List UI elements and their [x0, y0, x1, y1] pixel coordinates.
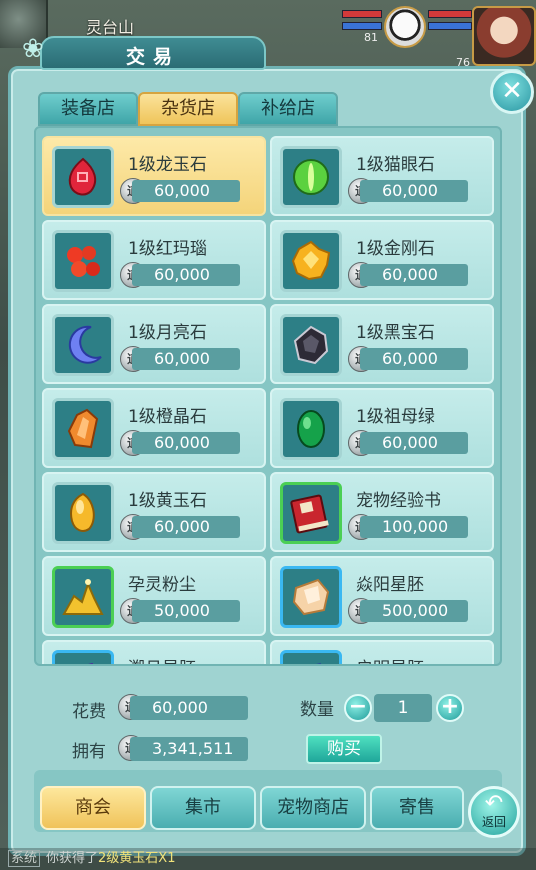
item-price: 60,000 — [132, 180, 240, 202]
shop-item[interactable]: 1级祖母绿 道 60,000 — [270, 388, 494, 468]
close-icon: ✕ — [501, 76, 523, 106]
item-name: 1级金刚石 — [356, 239, 435, 259]
yellow-jade-gem-icon — [52, 482, 114, 544]
shop-item[interactable]: 1级月亮石 道 60,000 — [42, 304, 266, 384]
item-name: 1级黄玉石 — [128, 491, 207, 511]
back-arrow-icon: ↶ — [484, 791, 504, 816]
red-agate-gem-icon — [52, 230, 114, 292]
item-price: 60,000 — [360, 432, 468, 454]
cost-value: 60,000 — [130, 696, 248, 720]
back-button[interactable]: ↶ 返回 — [468, 786, 520, 838]
item-price: 60,000 — [360, 180, 468, 202]
quantity-label: 数量 — [300, 700, 334, 720]
pet-hp-bar — [342, 10, 382, 18]
spirit-dust-icon — [52, 566, 114, 628]
chat-channel-tag: 系统 — [8, 850, 41, 867]
map-name: 灵台山 — [86, 18, 135, 37]
item-name: 启明星胚 — [356, 654, 424, 664]
item-grid[interactable]: 1级龙玉石 道 60,000 1级猫眼石 道 60,000 1级红玛瑙 道 60… — [34, 126, 502, 666]
item-name: 溯月星胚 — [128, 654, 196, 664]
tab-general-store[interactable]: 杂货店 — [138, 92, 238, 126]
item-name: 1级黑宝石 — [356, 323, 435, 343]
item-name: 1级橙晶石 — [128, 407, 207, 427]
item-price: 60,000 — [360, 264, 468, 286]
tab-consignment[interactable]: 寄售 — [370, 786, 464, 830]
item-price: 60,000 — [360, 348, 468, 370]
player-status-bars — [428, 10, 472, 34]
moonstone-gem-icon — [52, 314, 114, 376]
diamond-gem-icon — [280, 230, 342, 292]
pet-avatar[interactable] — [384, 6, 426, 48]
chat-item-link[interactable]: 2级黄玉石X1 — [98, 851, 175, 866]
pet-mp-bar — [342, 22, 382, 30]
shop-item[interactable]: 1级黄玉石 道 60,000 — [42, 472, 266, 552]
tab-supply-shop[interactable]: 补给店 — [238, 92, 338, 126]
item-price: 60,000 — [132, 516, 240, 538]
item-price: 100,000 — [360, 516, 468, 538]
item-price: 60,000 — [132, 432, 240, 454]
shop-item[interactable]: 1级龙玉石 道 60,000 — [42, 136, 266, 216]
item-name: 1级龙玉石 — [128, 155, 207, 175]
emerald-gem-icon — [280, 398, 342, 460]
player-hp-bar — [428, 10, 472, 18]
shop-item[interactable]: 1级红玛瑙 道 60,000 — [42, 220, 266, 300]
cat-eye-gem-icon — [280, 146, 342, 208]
shop-item[interactable]: 孕灵粉尘 道 50,000 — [42, 556, 266, 636]
red-jade-gem-icon — [52, 146, 114, 208]
item-price: 60,000 — [132, 348, 240, 370]
quantity-increase-button[interactable]: + — [436, 694, 464, 722]
item-name: 孕灵粉尘 — [128, 575, 196, 595]
dawn-star-embryo-icon — [280, 650, 342, 664]
orange-crystal-gem-icon — [52, 398, 114, 460]
shop-item[interactable]: 宠物经验书 道 100,000 — [270, 472, 494, 552]
shop-item[interactable]: 溯月星胚 — [42, 640, 266, 664]
item-name: 宠物经验书 — [356, 491, 441, 511]
player-mp-bar — [428, 22, 472, 30]
buy-button[interactable]: 购买 — [306, 734, 382, 764]
shop-item[interactable]: 启明星胚 — [270, 640, 494, 664]
cost-label: 花费 — [72, 702, 106, 722]
window-title-tab: ❀ 交易 — [22, 34, 266, 70]
tab-pet-shop[interactable]: 宠物商店 — [260, 786, 366, 830]
item-price: 60,000 — [132, 264, 240, 286]
lotus-icon: ❀ — [22, 34, 44, 64]
moon-star-embryo-icon — [52, 650, 114, 664]
sun-star-embryo-icon — [280, 566, 342, 628]
quantity-input[interactable]: 1 — [374, 694, 432, 722]
item-name: 焱阳星胚 — [356, 575, 424, 595]
pet-level: 81 — [364, 31, 378, 44]
item-name: 1级月亮石 — [128, 323, 207, 343]
back-label: 返回 — [481, 815, 506, 829]
shop-item[interactable]: 1级猫眼石 道 60,000 — [270, 136, 494, 216]
item-name: 1级祖母绿 — [356, 407, 435, 427]
item-price: 50,000 — [132, 600, 240, 622]
tab-chamber-of-commerce[interactable]: 商会 — [40, 786, 146, 830]
tab-equipment-shop[interactable]: 装备店 — [38, 92, 138, 126]
item-name: 1级红玛瑙 — [128, 239, 207, 259]
shop-item[interactable]: 焱阳星胚 道 500,000 — [270, 556, 494, 636]
shop-item[interactable]: 1级黑宝石 道 60,000 — [270, 304, 494, 384]
black-gem-icon — [280, 314, 342, 376]
player-avatar[interactable] — [472, 6, 536, 66]
chat-text: 你获得了 — [46, 851, 99, 866]
tab-market[interactable]: 集市 — [150, 786, 256, 830]
item-price: 500,000 — [360, 600, 468, 622]
own-label: 拥有 — [72, 742, 106, 762]
shop-item[interactable]: 1级金刚石 道 60,000 — [270, 220, 494, 300]
quantity-decrease-button[interactable]: − — [344, 694, 372, 722]
system-chat-line[interactable]: 系统 你获得了2级黄玉石X1 — [0, 848, 536, 870]
item-name: 1级猫眼石 — [356, 155, 435, 175]
close-button[interactable]: ✕ — [490, 70, 534, 114]
own-value: 3,341,511 — [130, 737, 248, 761]
pet-exp-book-icon — [280, 482, 342, 544]
window-title: 交易 — [125, 46, 180, 68]
shop-item[interactable]: 1级橙晶石 道 60,000 — [42, 388, 266, 468]
